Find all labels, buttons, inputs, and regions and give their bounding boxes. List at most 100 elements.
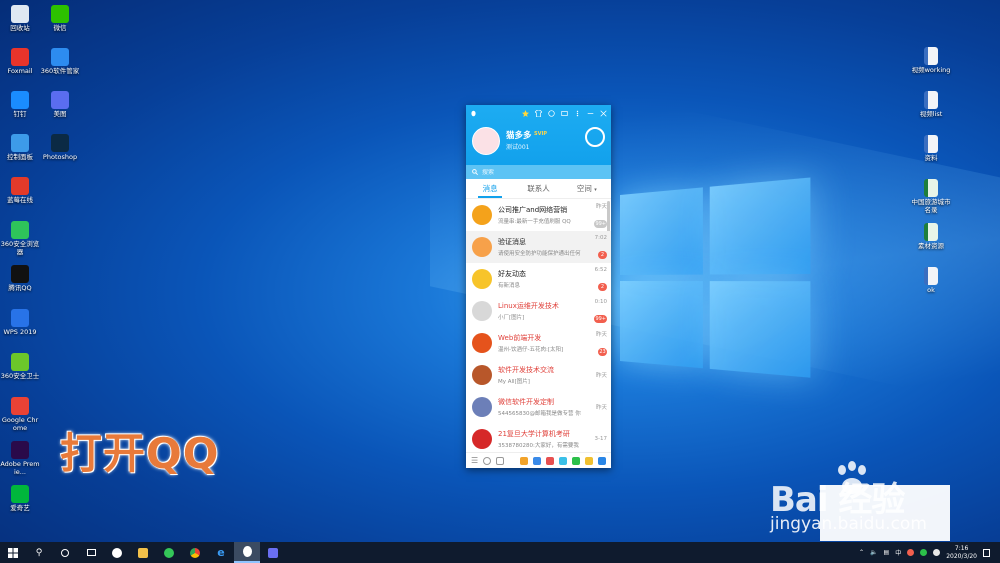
unread-badge: 2 [598, 282, 607, 291]
taskbar-app-pinwheel[interactable] [104, 542, 130, 563]
video-icon[interactable] [572, 456, 580, 465]
desktop-icon[interactable]: 腾讯QQ [0, 265, 40, 293]
taskbar-file-explorer[interactable] [130, 542, 156, 563]
taskbar-qq[interactable] [234, 542, 260, 563]
svip-badge: SVIP [534, 131, 547, 137]
desktop-icon[interactable]: 资料 [911, 135, 951, 163]
tab-space[interactable]: 空间 ▾ [563, 179, 611, 198]
start-button[interactable] [0, 542, 26, 563]
taskbar-chrome[interactable] [182, 542, 208, 563]
desktop-icon[interactable]: Photoshop [40, 134, 80, 162]
star-icon[interactable] [522, 109, 529, 117]
search-button[interactable]: ⚲ [26, 542, 52, 563]
desktop-icon[interactable]: 中国旅游城市名录 [911, 179, 951, 215]
network-icon[interactable]: ▤ [884, 549, 890, 556]
conversation-list[interactable]: 公司推广and网络营销 流量串:最新一手充值刷服 QQ 昨天 99+ 验证消息 请使用安全… [466, 199, 611, 452]
desktop-icon-label: 360软件管家 [40, 67, 80, 75]
menu-icon[interactable]: ☰ [471, 456, 478, 465]
app-manager-icon[interactable] [598, 456, 606, 465]
tab-contacts[interactable]: 联系人 [514, 179, 562, 198]
desktop-icon-label: 美图 [53, 110, 67, 118]
conversation-time: 昨天 [595, 331, 607, 338]
game-icon[interactable] [520, 456, 528, 465]
qq-icon [11, 265, 29, 283]
chrome-icon [190, 547, 200, 558]
folder-icon[interactable] [561, 110, 568, 117]
search-input[interactable] [482, 168, 592, 176]
desktop-icon[interactable]: 360安全卫士 [0, 353, 40, 381]
pet-icon[interactable] [548, 109, 555, 117]
apps-icon[interactable] [496, 456, 505, 465]
ime-indicator[interactable]: 中 [895, 548, 901, 557]
clock[interactable]: 7:16 2020/3/20 [946, 545, 977, 559]
desktop-icon[interactable]: ok [911, 267, 951, 295]
conversation-row[interactable]: 好友动态 有新消息 6:52 2 [466, 263, 611, 295]
conversation-row[interactable]: Linux运维开发技术 小厂[图片] 0:10 99+ [466, 295, 611, 327]
conversation-row[interactable]: 软件开发技术交流 My All[图片] 昨天 [466, 359, 611, 391]
file-icon [924, 91, 938, 109]
search-bar[interactable] [466, 165, 611, 179]
desktop-icon[interactable]: 视频list [911, 91, 951, 119]
desktop-icon[interactable]: 蓝莓在线 [0, 177, 40, 205]
desktop-icon[interactable]: Foxmail [0, 48, 40, 76]
volume-icon[interactable]: 🔈 [870, 549, 877, 556]
windows-logo [620, 177, 816, 383]
bottom-toolbar: ☰ [466, 452, 611, 468]
conversation-row[interactable]: 公司推广and网络营销 流量串:最新一手充值刷服 QQ 昨天 99+ [466, 199, 611, 231]
task-view-button[interactable] [78, 542, 104, 563]
mail-icon[interactable] [533, 456, 541, 465]
conversation-text: 微信软件开发定制 544565830@邮箱我是做专营 你 [498, 397, 589, 417]
conversation-row[interactable]: Web前端开发 温州-饮酒仔-五花肉:[太阳] 昨天 23 [466, 327, 611, 359]
chevron-down-icon: ▾ [594, 187, 597, 193]
signature[interactable]: 测试001 [506, 142, 529, 151]
close-icon[interactable] [600, 109, 607, 117]
desktop-icon[interactable]: WPS 2019 [0, 309, 40, 337]
notification-icon[interactable] [983, 548, 990, 557]
add-friend-icon[interactable] [483, 456, 492, 465]
settings-tray-icon[interactable] [933, 549, 941, 556]
conversation-row[interactable]: 验证消息 请使用安全防护功能保护通出任何 7:02 2 [466, 231, 611, 263]
tab-messages[interactable]: 消息 [466, 179, 514, 198]
taskbar-360-browser[interactable] [156, 542, 182, 563]
conversation-row[interactable]: 21复旦大学计算机考研 3538780280:大家好，有需要我 3-17 [466, 423, 611, 452]
minimize-icon[interactable] [587, 110, 594, 117]
app-tray-icon[interactable] [920, 549, 928, 556]
cortana-button[interactable] [52, 542, 78, 563]
desktop-icon[interactable]: 爱奇艺 [0, 485, 40, 513]
photoshop-icon [51, 134, 69, 152]
desktop-icon[interactable]: 素材资源 [911, 223, 951, 251]
taskbar-app[interactable] [260, 542, 286, 563]
desktop-icon[interactable]: Adobe Premie... [0, 441, 40, 477]
conversation-preview: 小厂[图片] [498, 315, 525, 321]
unread-badge: 2 [598, 250, 607, 259]
weather-sun-icon[interactable] [585, 127, 605, 147]
conversation-time: 6:52 [594, 266, 607, 273]
cortana-icon [61, 548, 69, 557]
desktop-icon[interactable]: 回收站 [0, 5, 40, 33]
wallet-icon[interactable] [546, 456, 554, 465]
conversation-preview: 3538780280:大家好，有需要我 [498, 443, 579, 449]
desktop-icon[interactable]: 微信 [40, 5, 80, 33]
nickname[interactable]: 猫多多 [506, 129, 532, 141]
desktop-icon[interactable]: 控制面板 [0, 134, 40, 162]
desktop-icon[interactable]: 360软件管家 [40, 48, 80, 76]
shirt-icon[interactable] [535, 109, 542, 117]
music-icon[interactable] [585, 456, 593, 465]
desktop-icon-label: 钉钉 [13, 110, 27, 118]
conversation-text: 软件开发技术交流 My All[图片] [498, 365, 589, 385]
desktop-icon[interactable]: 视频working [911, 47, 951, 75]
more-icon[interactable] [574, 110, 581, 117]
desktop-icon[interactable]: Google Chrome [0, 397, 40, 433]
photo-icon[interactable] [559, 456, 567, 465]
desktop-icon[interactable]: 钉钉 [0, 91, 40, 119]
taskbar-edge[interactable]: e [208, 542, 234, 563]
premiere-icon [11, 441, 29, 459]
desktop-icon[interactable]: 美图 [40, 91, 80, 119]
avatar[interactable] [472, 127, 500, 155]
chevron-up-icon[interactable]: ⌃ [859, 549, 864, 556]
conversation-text: 21复旦大学计算机考研 3538780280:大家好，有需要我 [498, 429, 589, 449]
qq-tray-icon[interactable] [907, 549, 915, 556]
conversation-row[interactable]: 微信软件开发定制 544565830@邮箱我是做专营 你 昨天 [466, 391, 611, 423]
taskbar: ⚲ e ⌃ 🔈 ▤ 中 7:16 2020/3/20 [0, 542, 1000, 563]
desktop-icon[interactable]: 360安全浏览器 [0, 221, 40, 257]
